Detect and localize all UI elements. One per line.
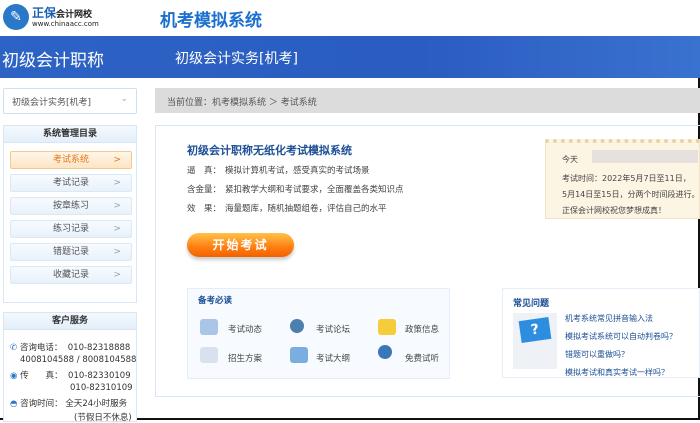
menu-label: 按章练习: [52, 201, 89, 211]
menu-label: 考试记录: [52, 178, 89, 188]
menu-label: 练习记录: [52, 224, 89, 234]
phone-number-2: 4008104588 / 8008104588: [20, 355, 137, 365]
chevron-right-icon: >: [113, 201, 121, 211]
feature-key: 逼 真：: [187, 166, 222, 176]
feature-value: 模拟计算机考试，感受真实的考试场景: [225, 166, 370, 176]
menu-label: 错题记录: [52, 247, 89, 257]
fax-number: 010-82330109: [68, 371, 131, 381]
site-url: www.chinaacc.com: [32, 20, 99, 28]
chevron-down-icon: ⌄: [120, 94, 128, 104]
brand-sub: 会计网校: [56, 10, 93, 20]
menu-title: 系统管理目录: [4, 126, 136, 143]
faq-link[interactable]: 模拟考试系统可以自动判卷吗？: [565, 331, 677, 342]
phone-number: 010-82318888: [67, 343, 131, 353]
brand: 正保会计网校: [32, 4, 92, 21]
faq-panel: 常见问题 ? 机考系统常见拼音输入法 模拟考试系统可以自动判卷吗？ 错题可以重做…: [502, 288, 700, 378]
feature-realistic: 逼 真： 模拟计算机考试，感受真实的考试场景: [187, 164, 370, 176]
brand-name: 正保: [32, 6, 57, 20]
service-title: 客户服务: [4, 313, 136, 330]
menu-item-favorites[interactable]: 收藏记录 >: [10, 266, 132, 284]
faq-link[interactable]: 模拟考试和真实考试一样吗？: [565, 367, 669, 378]
menu-item-practice-records[interactable]: 练习记录 >: [10, 220, 132, 238]
notice-line: 考试时间：2022年5月7日至11日，: [562, 174, 691, 183]
menu-label: 考试系统: [52, 155, 89, 165]
faq-link[interactable]: 错题可以重做吗？: [565, 349, 629, 360]
hours-label: 咨询时间：: [20, 399, 63, 409]
menu-item-wrong-questions[interactable]: 错题记录 >: [10, 243, 132, 261]
menu-item-exam-records[interactable]: 考试记录 >: [10, 174, 132, 192]
notice-line: 正保会计网校祝您梦想成真！: [562, 206, 666, 215]
prep-link-forum[interactable]: 考试论坛: [316, 323, 350, 335]
fax-label: 传 真：: [20, 371, 63, 381]
redacted-date: [592, 150, 698, 163]
subject-select[interactable]: 初级会计实务[机考] ⌄: [3, 88, 137, 114]
chevron-right-icon: >: [113, 224, 121, 234]
chevron-right-icon: >: [113, 178, 121, 188]
clock-icon: ◓: [10, 399, 18, 409]
syllabus-icon: [290, 347, 308, 363]
banner: 初级会计职称 初级会计实务[机考]: [0, 36, 700, 78]
system-title: 机考模拟系统: [160, 11, 262, 31]
banner-subject: 初级会计实务[机考]: [175, 51, 298, 67]
enrollment-icon: [200, 347, 218, 363]
prep-link-syllabus[interactable]: 考试大纲: [316, 352, 350, 364]
news-icon: [200, 319, 218, 335]
faq-link[interactable]: 机考系统常见拼音输入法: [565, 313, 653, 324]
menu-item-chapter-practice[interactable]: 按章练习 >: [10, 197, 132, 215]
audition-icon: [378, 345, 392, 359]
hours-note: (节假日不休息): [74, 413, 132, 423]
header: ✎ 正保会计网校 www.chinaacc.com 机考模拟系统: [0, 0, 700, 36]
prep-link-policy[interactable]: 政策信息: [405, 323, 439, 335]
start-exam-button[interactable]: 开始考试: [187, 233, 294, 257]
feature-key: 效 果：: [187, 204, 222, 214]
feature-value-content: 含金量： 紧扣教学大纲和考试要求，全面覆盖各类知识点: [187, 183, 404, 195]
feature-value: 海量题库，随机抽题组卷，评估自己的水平: [225, 204, 387, 214]
feature-value: 紧扣教学大纲和考试要求，全面覆盖各类知识点: [225, 185, 404, 195]
main-title: 初级会计职称无纸化考试模拟系统: [187, 144, 352, 157]
chevron-right-icon: >: [113, 247, 121, 257]
menu-panel: 系统管理目录 考试系统 > 考试记录 > 按章练习 > 练习记录 > 错题记录 > 收藏记…: [3, 125, 137, 303]
feature-key: 含金量：: [187, 185, 222, 195]
subject-select-value: 初级会计实务[机考]: [12, 98, 92, 108]
fax-icon: ◉: [10, 371, 18, 381]
policy-icon: [378, 319, 396, 335]
notice-line: 5月14日至15日，分两个时间段进行。: [562, 190, 700, 199]
customer-service-panel: 客户服务 ✆ 咨询电话： 010-82318888 4008104588 / 8…: [3, 312, 137, 423]
notice-today: 今天: [562, 155, 578, 164]
forum-icon: [290, 319, 304, 333]
prep-link-free-trial[interactable]: 免费试听: [405, 352, 439, 364]
phone-label: 咨询电话：: [19, 343, 63, 353]
prep-title: 备考必读: [198, 296, 233, 306]
question-icon: ?: [513, 313, 557, 369]
hours-value: 全天24小时服务: [65, 399, 128, 409]
prep-link-enrollment[interactable]: 招生方案: [228, 352, 262, 364]
breadcrumb: 当前位置：机考模拟系统 ＞ 考试系统: [155, 88, 700, 113]
chevron-right-icon: >: [113, 155, 121, 165]
phone-icon: ✆: [10, 343, 18, 353]
chevron-right-icon: >: [113, 270, 121, 280]
prep-link-exam-news[interactable]: 考试动态: [228, 323, 262, 335]
fax-number-2: 010-82310109: [70, 383, 133, 393]
logo-icon: ✎: [3, 4, 29, 30]
menu-item-exam-system[interactable]: 考试系统 >: [10, 151, 132, 169]
faq-title: 常见问题: [513, 299, 550, 309]
banner-category: 初级会计职称: [2, 51, 104, 71]
feature-effect: 效 果： 海量题库，随机抽题组卷，评估自己的水平: [187, 202, 387, 214]
prep-panel: 备考必读 考试动态 考试论坛 政策信息 招生方案 考试大纲 免费试听: [187, 288, 450, 379]
menu-label: 收藏记录: [52, 270, 89, 280]
